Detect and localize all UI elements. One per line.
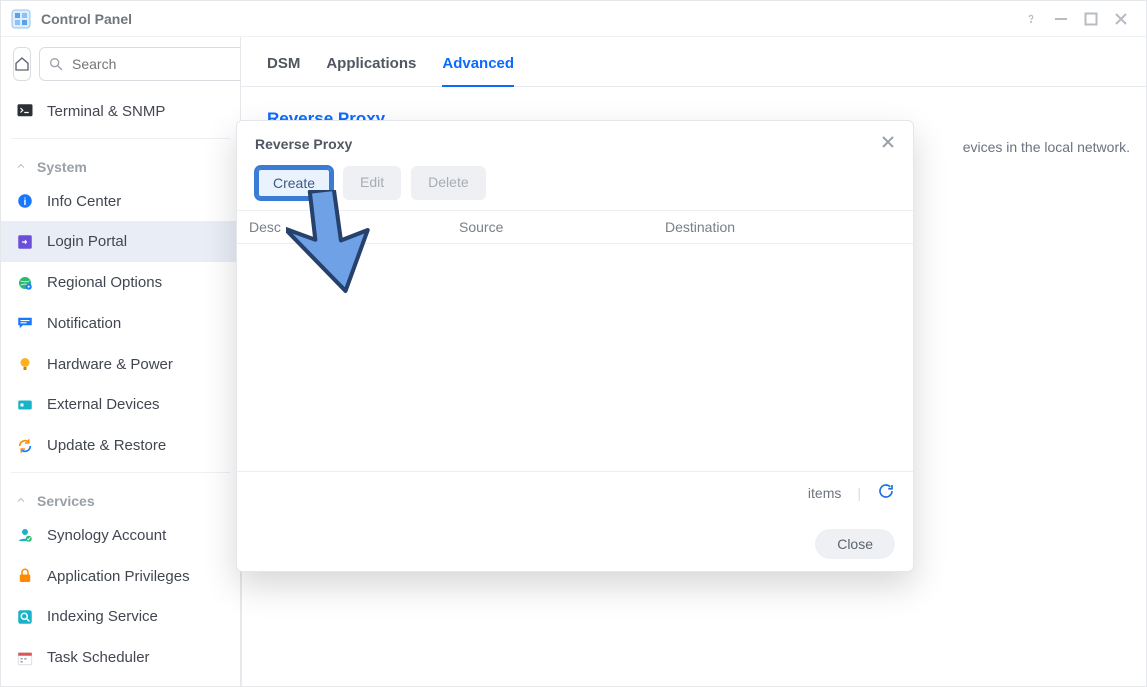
col-description[interactable]: Desc [237, 211, 447, 243]
proxy-table: Desc Source Destination [237, 210, 913, 244]
delete-button: Delete [411, 166, 485, 200]
modal-toolbar: Create Edit Delete [237, 166, 913, 210]
table-header-row: Desc Source Destination [237, 211, 913, 244]
close-icon [881, 135, 895, 149]
edit-button: Edit [343, 166, 401, 200]
modal-close-button[interactable] [881, 135, 895, 152]
col-source[interactable]: Source [447, 211, 653, 243]
control-panel-window: Control Panel Terminal & SNMP [0, 0, 1147, 687]
close-button[interactable]: Close [815, 529, 895, 559]
create-button[interactable]: Create [255, 166, 333, 200]
col-destination[interactable]: Destination [653, 211, 913, 243]
refresh-icon [877, 482, 895, 500]
modal-overlay: Reverse Proxy Create Edit Delete Desc So… [0, 0, 1147, 687]
modal-title: Reverse Proxy [255, 136, 352, 152]
table-footer: items | [237, 471, 913, 513]
reverse-proxy-modal: Reverse Proxy Create Edit Delete Desc So… [236, 120, 914, 572]
items-count-label: items [808, 485, 841, 501]
refresh-button[interactable] [877, 482, 895, 503]
